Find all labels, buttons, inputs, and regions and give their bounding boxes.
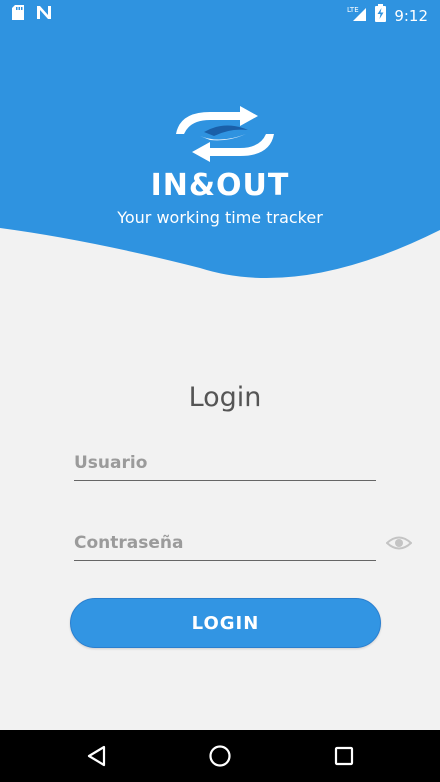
- login-screen: LTE 9:12 IN&OUT Your working time tracke…: [0, 0, 440, 782]
- svg-text:LTE: LTE: [347, 6, 359, 14]
- show-password-eye-icon[interactable]: [385, 532, 413, 554]
- recents-square-icon[interactable]: [331, 743, 357, 769]
- status-time: 9:12: [394, 6, 428, 25]
- notification-n-icon: [36, 5, 52, 25]
- username-input[interactable]: [74, 446, 376, 480]
- tagline: Your working time tracker: [117, 208, 323, 227]
- in-out-arrows-logo-icon: [176, 106, 274, 162]
- password-input[interactable]: [74, 526, 376, 560]
- username-field: [74, 446, 376, 481]
- back-triangle-icon[interactable]: [84, 743, 110, 769]
- brand-name: IN&OUT: [150, 168, 290, 203]
- login-title: Login: [188, 382, 262, 413]
- sd-card-icon: [12, 5, 24, 25]
- status-bar: LTE 9:12: [0, 0, 440, 28]
- home-circle-icon[interactable]: [207, 743, 233, 769]
- lte-signal-icon: LTE: [347, 4, 367, 27]
- password-field: [74, 526, 376, 561]
- battery-charging-icon: [375, 4, 387, 27]
- login-button[interactable]: LOGIN: [70, 598, 381, 648]
- navigation-bar: [0, 730, 440, 782]
